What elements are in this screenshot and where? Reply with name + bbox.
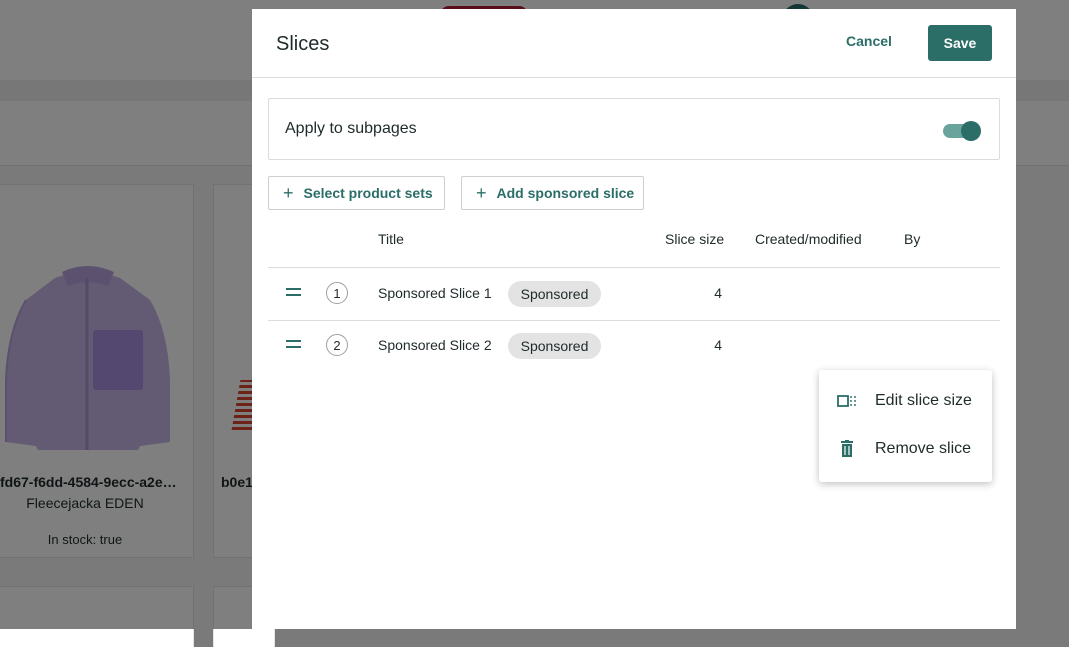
edit-slice-size-label: Edit slice size [875, 392, 972, 409]
add-sponsored-slice-button[interactable]: + Add sponsored slice [461, 176, 644, 210]
remove-slice-menu-item[interactable]: Remove slice [819, 427, 992, 471]
trash-icon [841, 440, 853, 457]
save-button[interactable]: Save [928, 25, 992, 61]
drag-handle-icon[interactable] [286, 288, 301, 298]
apply-to-subpages-panel: Apply to subpages [268, 98, 1000, 160]
slice-context-menu: Edit slice size Remove slice [819, 370, 992, 482]
column-header-by: By [904, 231, 921, 247]
resize-icon [837, 395, 856, 407]
column-header-slice-size: Slice size [665, 231, 725, 247]
cancel-button[interactable]: Cancel [846, 33, 892, 53]
column-header-title: Title [378, 231, 404, 247]
select-product-sets-button[interactable]: + Select product sets [268, 176, 445, 210]
table-row[interactable]: 2 Sponsored Slice 2 Sponsored 4 [268, 320, 1000, 372]
table-row[interactable]: 1 Sponsored Slice 1 Sponsored 4 [268, 268, 1000, 321]
modal-title: Slices [276, 33, 330, 55]
remove-slice-label: Remove slice [875, 440, 972, 457]
add-sponsored-slice-label: Add sponsored slice [496, 185, 635, 201]
plus-icon: + [283, 183, 294, 203]
plus-icon: + [476, 183, 487, 203]
slices-modal: Slices Cancel Save Apply to subpages + S… [252, 9, 1016, 629]
modal-header: Slices Cancel Save [252, 9, 1016, 78]
select-product-sets-label: Select product sets [303, 185, 433, 201]
column-header-created-modified: Created/modified [755, 231, 862, 247]
toggle-knob [961, 121, 981, 141]
sponsored-badge: Sponsored [508, 333, 601, 359]
drag-handle-icon[interactable] [286, 340, 301, 350]
sponsored-badge: Sponsored [508, 281, 601, 307]
row-index: 1 [326, 282, 348, 304]
edit-slice-size-menu-item[interactable]: Edit slice size [819, 379, 992, 423]
slice-title: Sponsored Slice 1 [378, 285, 492, 301]
slice-size: 4 [714, 285, 722, 301]
row-index: 2 [326, 334, 348, 356]
apply-to-subpages-label: Apply to subpages [285, 120, 417, 137]
apply-to-subpages-toggle[interactable] [943, 121, 981, 141]
slice-size: 4 [714, 337, 722, 353]
slice-title: Sponsored Slice 2 [378, 337, 492, 353]
